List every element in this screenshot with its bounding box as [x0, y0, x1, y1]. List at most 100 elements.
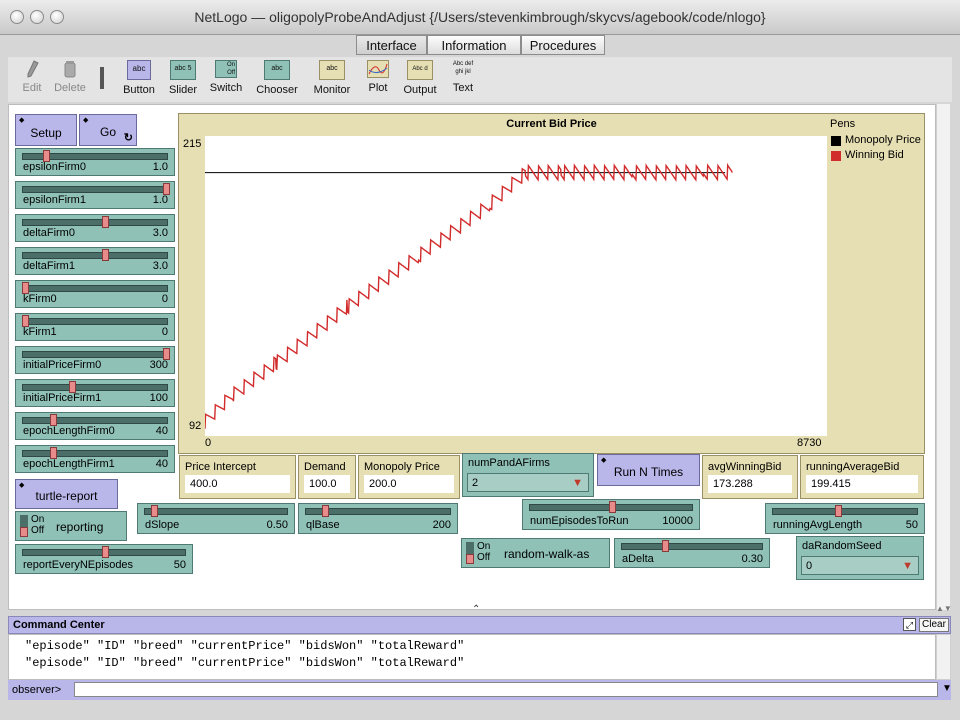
go-button[interactable]: ◆ Go ↻: [79, 114, 137, 146]
monitor-name: Monopoly Price: [364, 461, 440, 473]
observer-row: observer> ▼: [8, 680, 952, 700]
setup-button[interactable]: ◆ Setup: [15, 114, 77, 146]
monitor-tool[interactable]: abc Monitor: [310, 60, 354, 96]
dropdown-arrow-icon: ▼: [902, 560, 913, 572]
slider-thumb[interactable]: [102, 546, 109, 558]
button-widget-icon: abc: [127, 60, 151, 80]
tab-information[interactable]: Information: [427, 35, 521, 55]
slider-track[interactable]: [22, 384, 168, 391]
expand-icon[interactable]: ⤢: [903, 618, 916, 631]
plot-widget-icon: [367, 60, 389, 78]
slider-thumb[interactable]: [835, 505, 842, 517]
chooser-value[interactable]: 0 ▼: [801, 556, 919, 575]
command-center-scrollbar[interactable]: [936, 634, 951, 680]
button-tool[interactable]: abc Button: [120, 60, 158, 96]
slider-num-episodes-to-run[interactable]: numEpisodesToRun 10000: [522, 499, 700, 530]
interface-scrollbar[interactable]: [936, 104, 950, 610]
turtle-report-label: turtle-report: [35, 489, 98, 503]
slider-thumb[interactable]: [662, 540, 669, 552]
slider-track[interactable]: [22, 186, 168, 193]
slider-value: 3.0: [152, 227, 168, 239]
setup-label: Setup: [30, 126, 62, 140]
slider-k-firm0[interactable]: kFirm0 0: [15, 280, 175, 308]
slider-epsilon-firm0[interactable]: epsilonFirm0 1.0: [15, 148, 175, 176]
observer-prompt[interactable]: observer>: [12, 684, 61, 696]
slider-ql-base[interactable]: qlBase 200: [298, 503, 458, 534]
slider-track[interactable]: [144, 508, 288, 515]
slider-label: initialPriceFirm1: [23, 392, 102, 404]
slider-thumb[interactable]: [322, 505, 329, 517]
run-n-times-button[interactable]: ◆ Run N Times: [597, 454, 700, 486]
random-walk-as-switch[interactable]: On Off random-walk-as: [461, 538, 610, 568]
monopoly-price-monitor: Monopoly Price 200.0: [358, 455, 460, 499]
slider-epsilon-firm1[interactable]: epsilonFirm1 1.0: [15, 181, 175, 209]
observer-icon: ◆: [83, 117, 89, 124]
slider-thumb[interactable]: [102, 216, 109, 228]
text-tool[interactable]: Abc def ghi jkl Text: [448, 60, 478, 94]
slider-thumb[interactable]: [151, 505, 158, 517]
tab-procedures[interactable]: Procedures: [521, 35, 605, 55]
slider-track[interactable]: [22, 318, 168, 325]
slider-delta-firm1[interactable]: deltaFirm1 3.0: [15, 247, 175, 275]
slider-label: dSlope: [145, 519, 180, 531]
slider-track[interactable]: [22, 252, 168, 259]
delete-tool[interactable]: Delete: [52, 60, 88, 94]
slider-value: 100: [149, 392, 168, 404]
tab-interface[interactable]: Interface: [356, 35, 427, 55]
delete-label: Delete: [54, 82, 86, 94]
scroll-arrows-icon[interactable]: ▲▼: [936, 604, 952, 613]
demand-monitor: Demand 100.0: [298, 455, 356, 499]
collapse-chevron-icon[interactable]: ⌃: [472, 604, 480, 615]
output-tool[interactable]: Abc d Output: [400, 60, 440, 96]
slider-value: 300: [149, 359, 168, 371]
slider-track[interactable]: [772, 508, 918, 515]
slider-value: 0: [161, 293, 168, 305]
slider-delta-firm0[interactable]: deltaFirm0 3.0: [15, 214, 175, 242]
button-label: Button: [123, 84, 155, 96]
slider-label: reportEveryNEpisodes: [23, 559, 134, 571]
slider-label: initialPriceFirm0: [23, 359, 102, 371]
slider-track[interactable]: [22, 417, 168, 424]
slider-tool[interactable]: abc 5 Slider: [166, 60, 200, 96]
plot-svg: [204, 162, 733, 429]
num-pand-a-firms-chooser[interactable]: numPandAFirms 2 ▼: [462, 453, 594, 497]
dropdown-arrow-icon[interactable]: ▼: [942, 683, 952, 694]
da-random-seed-chooser[interactable]: daRandomSeed 0 ▼: [796, 536, 924, 580]
chooser-tool[interactable]: abc Chooser: [254, 60, 300, 96]
plot-tool[interactable]: Plot: [364, 60, 392, 94]
clear-button[interactable]: Clear: [919, 618, 949, 632]
slider-initial-price-firm0[interactable]: initialPriceFirm0 300: [15, 346, 175, 374]
slider-track[interactable]: [22, 450, 168, 457]
reporting-switch[interactable]: On Off reporting: [15, 511, 127, 541]
slider-track[interactable]: [22, 351, 168, 358]
slider-running-avg-length[interactable]: runningAvgLength 50: [765, 503, 925, 534]
slider-track[interactable]: [22, 219, 168, 226]
slider-track[interactable]: [22, 285, 168, 292]
slider-epoch-length-firm0[interactable]: epochLengthFirm0 40: [15, 412, 175, 440]
output-widget-icon: Abc d: [407, 60, 433, 80]
switch-icon-on: On: [226, 62, 235, 68]
switch-tool[interactable]: On Off Switch: [208, 60, 244, 94]
switch-toggle[interactable]: [20, 515, 28, 537]
slider-initial-price-firm1[interactable]: initialPriceFirm1 100: [15, 379, 175, 407]
slider-thumb[interactable]: [609, 501, 616, 513]
monitor-name: avgWinningBid: [708, 461, 782, 473]
slider-a-delta[interactable]: aDelta 0.30: [614, 538, 770, 568]
slider-epoch-length-firm1[interactable]: epochLengthFirm1 40: [15, 445, 175, 473]
switch-off-label: Off: [31, 525, 45, 536]
slider-label: epochLengthFirm0: [23, 425, 115, 437]
x-min-label: 0: [205, 437, 212, 449]
turtle-report-button[interactable]: ◆ turtle-report: [15, 479, 118, 509]
command-center-title: Command Center: [13, 619, 105, 631]
edit-tool[interactable]: Edit: [18, 60, 46, 94]
slider-d-slope[interactable]: dSlope 0.50: [137, 503, 295, 534]
chooser-value[interactable]: 2 ▼: [467, 473, 589, 492]
switch-toggle[interactable]: [466, 542, 474, 564]
slider-thumb[interactable]: [102, 249, 109, 261]
slider-value: 50: [905, 519, 918, 531]
monitor-value: 100.0: [304, 475, 350, 493]
command-input[interactable]: [74, 682, 938, 697]
slider-track[interactable]: [621, 543, 763, 550]
slider-report-every-nepisodes[interactable]: reportEveryNEpisodes 50: [15, 544, 193, 574]
slider-k-firm1[interactable]: kFirm1 0: [15, 313, 175, 341]
